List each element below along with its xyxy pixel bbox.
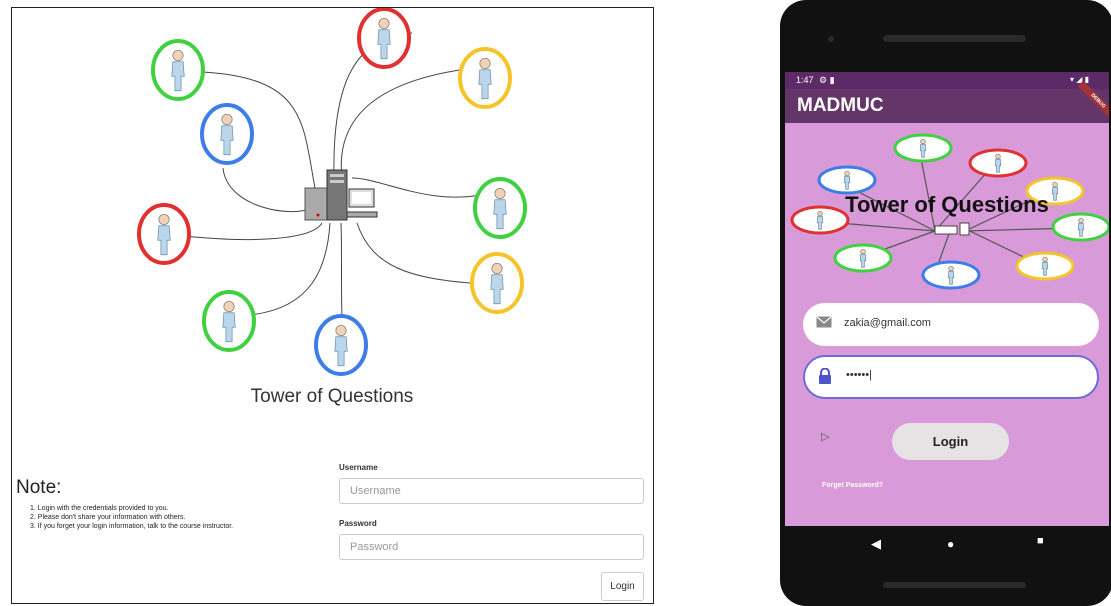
user-ring-icon [473, 177, 527, 239]
user-ring-icon [202, 290, 256, 352]
user-ring-icon [968, 148, 1028, 178]
password-field[interactable]: ••••••| [803, 355, 1099, 399]
phone-chin [883, 582, 1026, 588]
phone-screen: 1:47 ⚙ ▮ ▾ ◢ ▮ MADMUC DEBUG Tower of Que… [785, 72, 1109, 526]
forgot-password-link[interactable]: Forget Password? [822, 482, 883, 489]
mail-icon [816, 316, 832, 328]
user-ring-icon [817, 165, 877, 195]
note-item: 2. Please don't share your information w… [30, 514, 186, 521]
front-camera-icon [828, 36, 834, 42]
user-ring-icon [314, 314, 368, 376]
status-notification-icons: ⚙ ▮ [819, 75, 835, 85]
username-input[interactable] [339, 478, 644, 504]
user-ring-icon [893, 133, 953, 163]
app-bar: MADMUC DEBUG [785, 80, 1109, 123]
user-ring-icon [921, 260, 981, 290]
note-heading: Note: [16, 477, 62, 498]
earpiece-speaker [883, 35, 1026, 42]
login-button[interactable]: Login [601, 572, 644, 601]
nav-back-icon[interactable]: ◀ [871, 536, 881, 552]
nav-recent-icon[interactable]: ■ [1037, 535, 1044, 547]
user-ring-icon [1015, 251, 1075, 281]
username-label: Username [339, 463, 378, 472]
user-ring-icon [357, 8, 411, 69]
email-field[interactable]: zakia@gmail.com [803, 303, 1099, 346]
system-nav-bar: ◀ ● ■ [785, 526, 1109, 563]
lock-icon [819, 368, 831, 384]
user-ring-icon [833, 243, 893, 273]
phone-login-button[interactable]: Login [892, 423, 1009, 460]
note-item: 1. Login with the credentials provided t… [30, 505, 169, 512]
phone-logo-title: Tower of Questions [845, 192, 1049, 217]
phone-mockup: 1:47 ⚙ ▮ ▾ ◢ ▮ MADMUC DEBUG Tower of Que… [780, 0, 1111, 606]
email-value: zakia@gmail.com [844, 317, 931, 329]
note-list: 1. Login with the credentials provided t… [30, 504, 233, 531]
server-tower-icon [304, 169, 348, 221]
user-ring-icon [200, 103, 254, 165]
status-time: 1:47 [796, 75, 814, 85]
cursor-icon: ▷ [821, 431, 830, 443]
user-ring-icon [137, 203, 191, 265]
desktop-monitor-icon [346, 188, 378, 218]
nav-home-icon[interactable]: ● [947, 537, 954, 551]
user-ring-icon [458, 47, 512, 109]
status-bar: 1:47 ⚙ ▮ ▾ ◢ ▮ [785, 72, 1109, 89]
user-ring-icon [470, 252, 524, 314]
password-input[interactable] [339, 534, 644, 560]
note-item: 3. If you forget your login information,… [30, 523, 234, 530]
password-label: Password [339, 519, 377, 528]
network-diagram [137, 8, 527, 376]
app-bar-title: MADMUC [797, 95, 884, 116]
web-login-panel: Tower of Questions Note: 1. Login with t… [11, 7, 654, 604]
app-title: Tower of Questions [250, 386, 414, 407]
user-ring-icon [151, 39, 205, 101]
password-value: ••••••| [846, 369, 872, 381]
